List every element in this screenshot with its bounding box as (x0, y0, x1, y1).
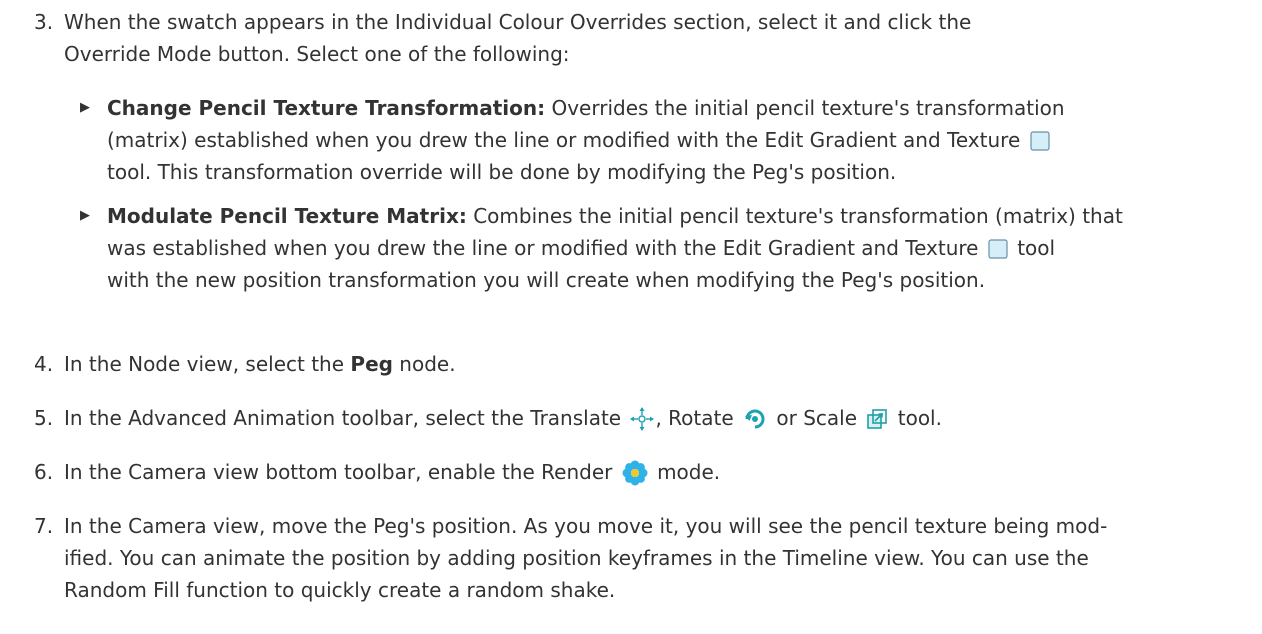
step-3: 3. When the swatch appears in the Indivi… (34, 6, 1242, 70)
triangle-bullet-icon: ▶ (80, 208, 90, 223)
step-text: or Scale (776, 406, 858, 430)
step-number: 5. (34, 406, 54, 430)
list-item: ▶ Modulate Pencil Texture Matrix: Combin… (76, 200, 1232, 296)
step-text: In the Camera view bottom toolbar, enabl… (64, 460, 613, 484)
step-text: , Rotate (655, 406, 734, 430)
step-text: node. (392, 352, 456, 376)
step-line: Override Mode button. Select one of the … (64, 42, 570, 66)
step-line: ified. You can animate the position by a… (64, 546, 1089, 570)
option-text: Overrides the initial pencil texture's t… (545, 96, 1065, 120)
step-line: In the Camera view, move the Peg's posit… (64, 514, 1108, 538)
translate-icon (630, 407, 655, 431)
step-text: When the swatch appears in the Individua… (64, 6, 1242, 70)
render-flower-icon (622, 460, 648, 486)
option-text: tool. This transformation override will … (107, 160, 897, 184)
step-number: 3. (34, 10, 54, 34)
rotate-icon (745, 409, 765, 429)
option-title: Change Pencil Texture Transformation: (107, 96, 546, 120)
triangle-bullet-icon: ▶ (80, 100, 90, 115)
document-page: 3. When the swatch appears in the Indivi… (0, 0, 1262, 634)
option-title: Modulate Pencil Texture Matrix: (107, 204, 467, 228)
scale-icon (867, 409, 888, 429)
step-6: 6. In the Camera view bottom toolbar, en… (34, 456, 1242, 488)
step-text: tool. (897, 406, 942, 430)
step-text: mode. (657, 460, 721, 484)
list-item: ▶ Change Pencil Texture Transformation: … (76, 92, 1232, 188)
step-number: 7. (34, 514, 54, 538)
options-list: ▶ Change Pencil Texture Transformation: … (76, 92, 1232, 308)
step-4: 4. In the Node view, select the Peg node… (34, 348, 1242, 380)
option-text: with the new position transformation you… (107, 268, 986, 292)
option-text: (matrix) established when you drew the l… (107, 128, 1021, 152)
edit-gradient-texture-icon (1030, 131, 1050, 151)
edit-gradient-texture-icon (988, 239, 1008, 259)
option-text: tool (1017, 236, 1056, 260)
step-text: In the Advanced Animation toolbar, selec… (64, 406, 622, 430)
step-5: 5. In the Advanced Animation toolbar, se… (34, 402, 1242, 434)
step-number: 4. (34, 352, 54, 376)
step-line: Random Fill function to quickly create a… (64, 578, 616, 602)
step-7: 7. In the Camera view, move the Peg's po… (34, 510, 1242, 606)
node-name: Peg (350, 352, 393, 376)
option-text: Combines the initial pencil texture's tr… (466, 204, 1123, 228)
step-line: When the swatch appears in the Individua… (64, 10, 972, 34)
step-text: In the Node view, select the (64, 352, 351, 376)
step-number: 6. (34, 460, 54, 484)
option-text: was established when you drew the line o… (107, 236, 979, 260)
